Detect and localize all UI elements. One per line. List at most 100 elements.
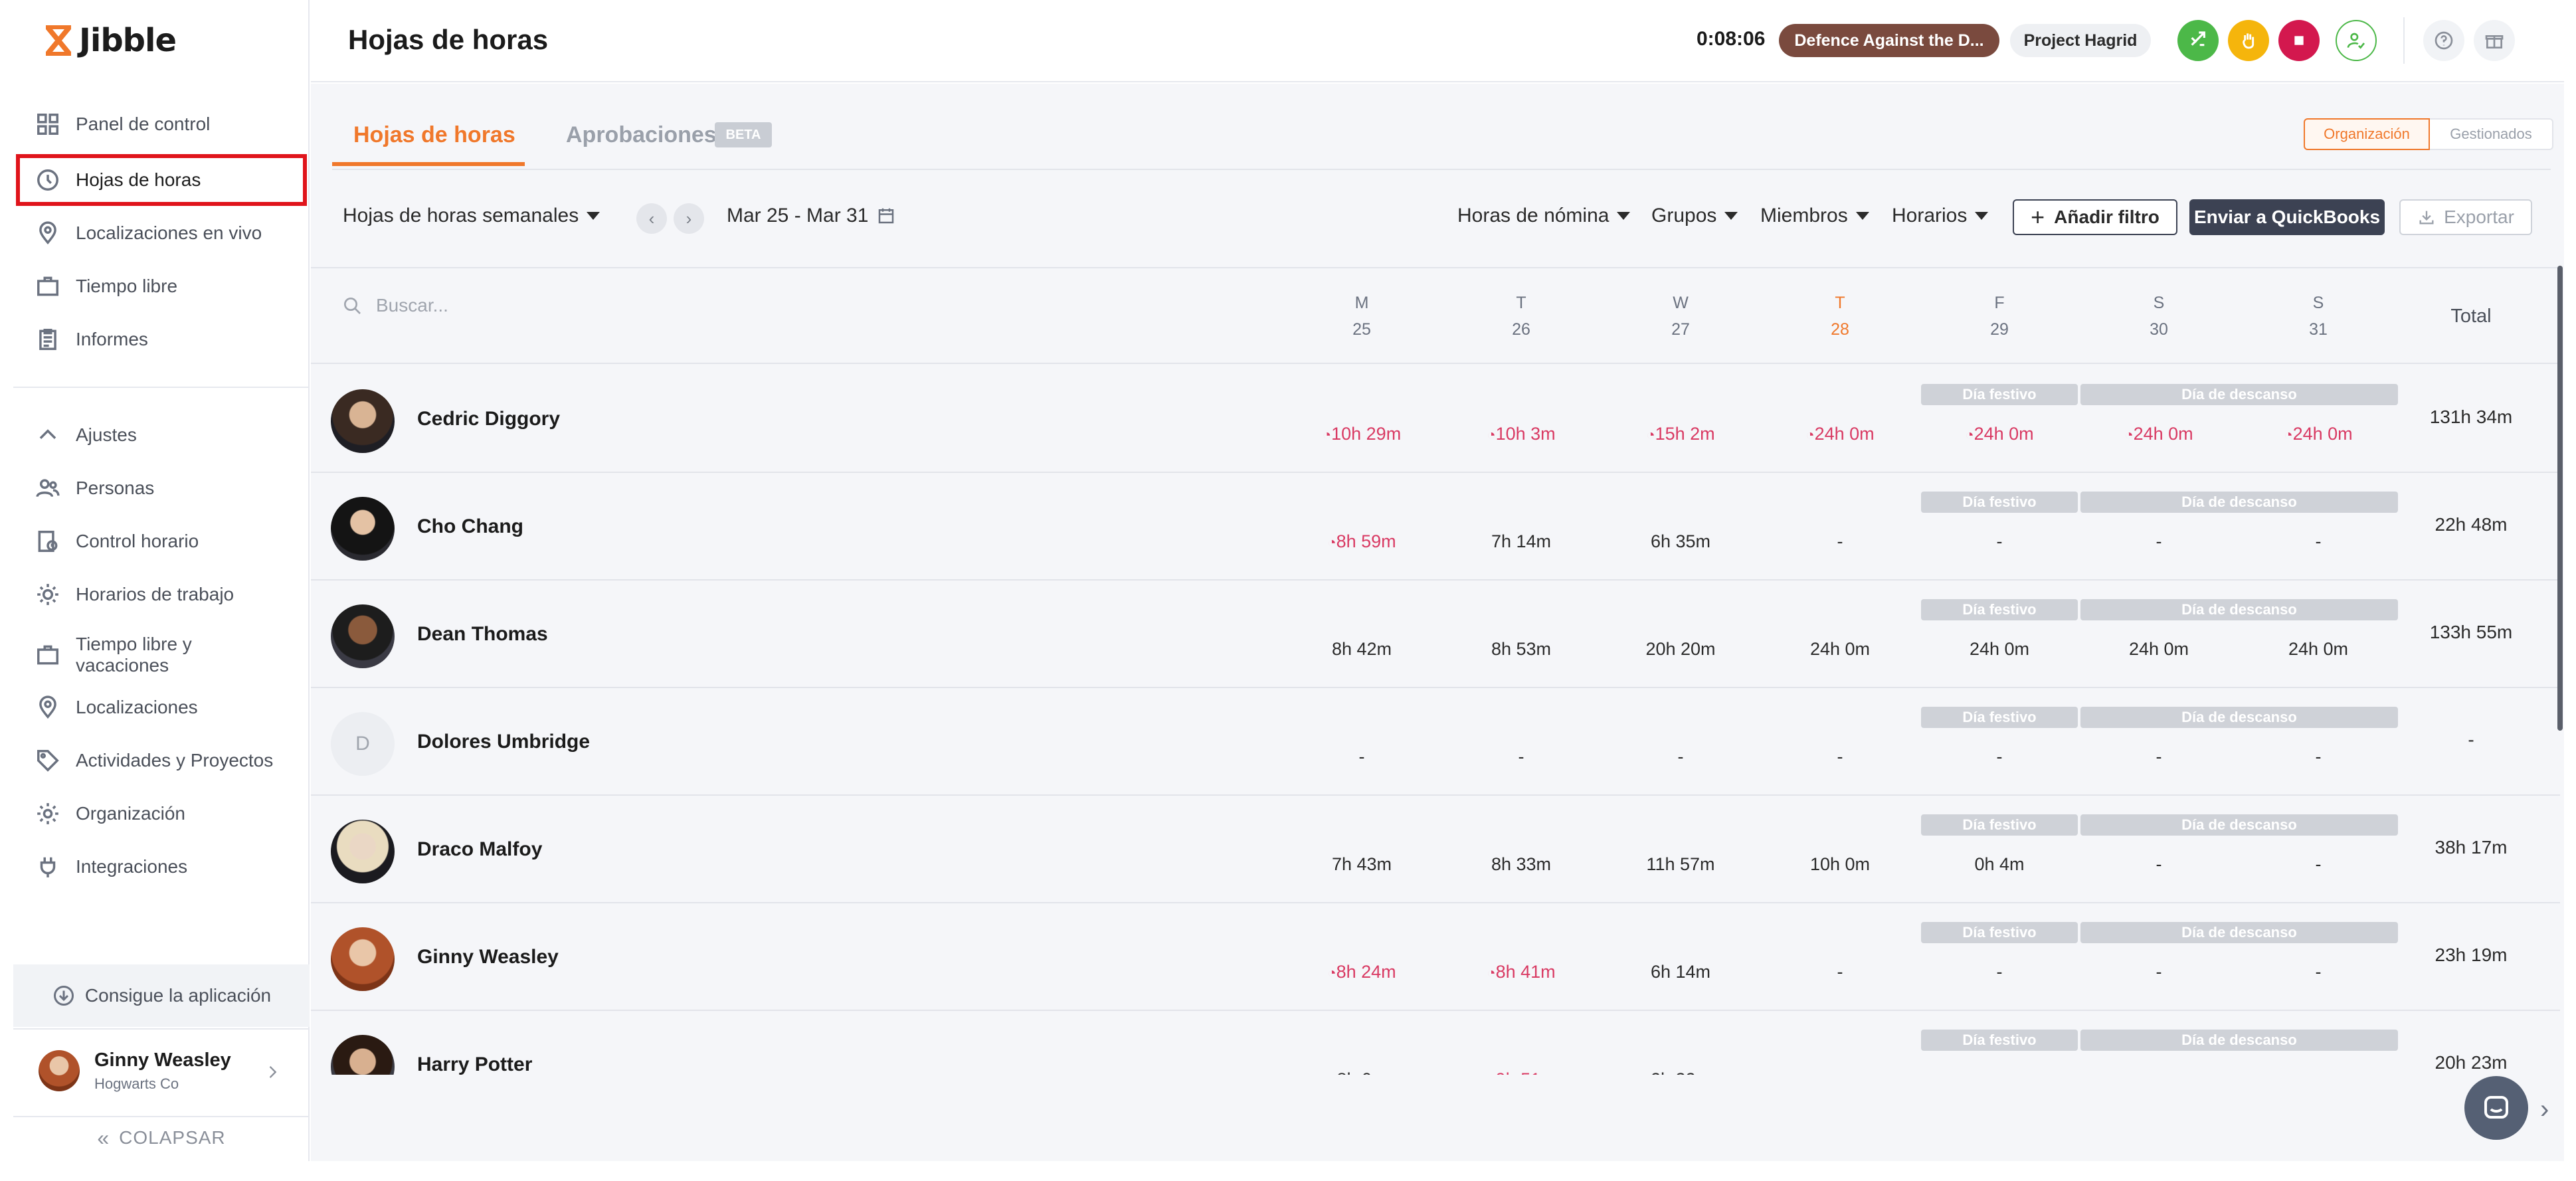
- time-cell[interactable]: 2h 32m: [1614, 1069, 1747, 1075]
- table-row[interactable]: Cedric Diggory Día festivo Día de descanso…: [311, 365, 2560, 473]
- switch-activity-button[interactable]: [2177, 20, 2219, 61]
- stop-timer-button[interactable]: [2278, 20, 2320, 61]
- time-cell[interactable]: 24h 0m: [1774, 639, 1906, 660]
- sidebar-item-schedules[interactable]: Horarios de trabajo: [13, 571, 310, 618]
- add-filter-button[interactable]: + Añadir filtro: [2013, 199, 2177, 235]
- search-input[interactable]: Buscar...: [341, 295, 448, 316]
- tab-approvals[interactable]: Aprobaciones: [566, 122, 717, 148]
- time-cell[interactable]: -: [2252, 747, 2385, 767]
- payroll-hours-filter[interactable]: Horas de nómina: [1457, 205, 1631, 227]
- sidebar-item-reports[interactable]: Informes: [13, 316, 310, 363]
- time-cell[interactable]: -: [1295, 747, 1428, 767]
- time-cell-warning[interactable]: ◔8h 59m: [1295, 531, 1428, 552]
- time-cell[interactable]: 8h 53m: [1455, 639, 1588, 660]
- time-cell-warning[interactable]: ◔24h 0m: [1933, 424, 2066, 444]
- time-cell[interactable]: -: [2092, 531, 2225, 552]
- sidebar-item-integrations[interactable]: Integraciones: [13, 844, 310, 890]
- chevron-right-icon[interactable]: ›: [2540, 1095, 2549, 1125]
- clock-in-user-button[interactable]: [2336, 20, 2377, 61]
- table-scrollbar[interactable]: [2557, 266, 2563, 731]
- sidebar-item-locations[interactable]: Localizaciones: [13, 684, 310, 731]
- time-cell-warning[interactable]: ◔8h 24m: [1295, 962, 1428, 982]
- member-name[interactable]: Harry Potter: [417, 1053, 532, 1075]
- table-row[interactable]: D Dolores Umbridge Día festivo Día de desca…: [311, 688, 2560, 796]
- tab-timesheets[interactable]: Hojas de horas: [353, 122, 515, 148]
- time-cell[interactable]: -: [1774, 962, 1906, 982]
- time-cell[interactable]: -: [1933, 747, 2066, 767]
- member-name[interactable]: Draco Malfoy: [417, 838, 542, 861]
- member-name[interactable]: Dean Thomas: [417, 623, 548, 646]
- time-cell[interactable]: -: [1614, 747, 1747, 767]
- send-to-quickbooks-button[interactable]: Enviar a QuickBooks: [2189, 199, 2385, 235]
- time-cell-warning[interactable]: ◔10h 29m: [1295, 424, 1428, 444]
- current-activity-badge[interactable]: Defence Against the D...: [1779, 24, 1999, 57]
- time-cell[interactable]: 10h 0m: [1774, 854, 1906, 875]
- member-name[interactable]: Dolores Umbridge: [417, 731, 590, 753]
- table-row[interactable]: Draco Malfoy Día festivo Día de descanso 7h…: [311, 796, 2560, 903]
- prev-week-button[interactable]: ‹: [636, 203, 667, 234]
- time-cell[interactable]: 20h 20m: [1614, 639, 1747, 660]
- sidebar-item-time-off-holidays[interactable]: Tiempo libre y vacaciones: [13, 627, 310, 683]
- sidebar-item-organization[interactable]: Organización: [13, 790, 310, 837]
- time-cell-warning[interactable]: ◔9h 51m: [1455, 1069, 1588, 1075]
- time-cell-warning[interactable]: ◔24h 0m: [1774, 424, 1906, 444]
- chat-support-button[interactable]: [2464, 1076, 2528, 1140]
- time-cell[interactable]: -: [2092, 1069, 2225, 1075]
- sidebar-item-activities-projects[interactable]: Actividades y Proyectos: [13, 737, 310, 784]
- groups-filter[interactable]: Grupos: [1651, 205, 1738, 227]
- table-row[interactable]: Ginny Weasley Día festivo Día de descanso ◔…: [311, 903, 2560, 1011]
- time-cell-warning[interactable]: ◔24h 0m: [2252, 424, 2385, 444]
- members-filter[interactable]: Miembros: [1760, 205, 1869, 227]
- sidebar-item-panel[interactable]: Panel de control: [13, 101, 310, 147]
- scope-managed-button[interactable]: Gestionados: [2430, 118, 2553, 150]
- user-profile[interactable]: Ginny Weasley Hogwarts Co: [13, 1028, 310, 1112]
- time-cell[interactable]: -: [1933, 531, 2066, 552]
- next-week-button[interactable]: ›: [674, 203, 704, 234]
- member-name[interactable]: Cedric Diggory: [417, 408, 560, 430]
- time-cell[interactable]: 8h 42m: [1295, 639, 1428, 660]
- help-button[interactable]: [2423, 20, 2464, 61]
- sidebar-item-live-locations[interactable]: Localizaciones en vivo: [13, 210, 310, 256]
- time-cell[interactable]: 8h 33m: [1455, 854, 1588, 875]
- time-cell[interactable]: -: [1774, 1069, 1906, 1075]
- announcements-button[interactable]: [2474, 20, 2515, 61]
- time-cell[interactable]: -: [1933, 1069, 2066, 1075]
- break-button[interactable]: [2228, 20, 2269, 61]
- time-cell[interactable]: -: [1774, 531, 1906, 552]
- time-cell[interactable]: 24h 0m: [2252, 639, 2385, 660]
- time-cell-warning[interactable]: ◔15h 2m: [1614, 424, 1747, 444]
- sidebar-settings-toggle[interactable]: Ajustes: [13, 412, 310, 458]
- time-cell[interactable]: -: [2092, 747, 2225, 767]
- sidebar-item-people[interactable]: Personas: [13, 465, 310, 511]
- view-selector[interactable]: Hojas de horas semanales: [343, 205, 600, 227]
- time-cell-warning[interactable]: ◔24h 0m: [2092, 424, 2225, 444]
- time-cell[interactable]: 8h 0m: [1295, 1069, 1428, 1075]
- collapse-button[interactable]: « COLAPSAR: [13, 1116, 310, 1158]
- table-row[interactable]: Dean Thomas Día festivo Día de descanso 8h …: [311, 581, 2560, 688]
- jibble-logo[interactable]: Jibble: [43, 20, 177, 61]
- time-cell-warning[interactable]: ◔10h 3m: [1455, 424, 1588, 444]
- time-cell[interactable]: 6h 14m: [1614, 962, 1747, 982]
- time-cell[interactable]: 7h 14m: [1455, 531, 1588, 552]
- time-cell-warning[interactable]: ◔8h 41m: [1455, 962, 1588, 982]
- time-cell[interactable]: -: [2092, 962, 2225, 982]
- get-app-button[interactable]: Consigue la aplicación: [13, 964, 310, 1027]
- table-row[interactable]: Cho Chang Día festivo Día de descanso ◔8h 5…: [311, 473, 2560, 581]
- time-cell[interactable]: 7h 43m: [1295, 854, 1428, 875]
- time-cell[interactable]: -: [1455, 747, 1588, 767]
- time-cell[interactable]: -: [2252, 531, 2385, 552]
- time-cell[interactable]: -: [1774, 747, 1906, 767]
- sidebar-item-time-tracking[interactable]: Control horario: [13, 518, 310, 565]
- schedules-filter[interactable]: Horarios: [1892, 205, 1989, 227]
- member-name[interactable]: Cho Chang: [417, 515, 523, 538]
- time-cell[interactable]: 24h 0m: [2092, 639, 2225, 660]
- date-range-picker[interactable]: Mar 25 - Mar 31: [727, 205, 896, 227]
- time-cell[interactable]: 0h 4m: [1933, 854, 2066, 875]
- export-button[interactable]: Exportar: [2399, 199, 2532, 235]
- time-cell[interactable]: 6h 35m: [1614, 531, 1747, 552]
- time-cell[interactable]: -: [1933, 962, 2066, 982]
- time-cell[interactable]: 24h 0m: [1933, 639, 2066, 660]
- time-cell[interactable]: -: [2092, 854, 2225, 875]
- time-cell[interactable]: 11h 57m: [1614, 854, 1747, 875]
- table-row[interactable]: Harry Potter Día festivoDía de descanso 8h…: [311, 1011, 2560, 1075]
